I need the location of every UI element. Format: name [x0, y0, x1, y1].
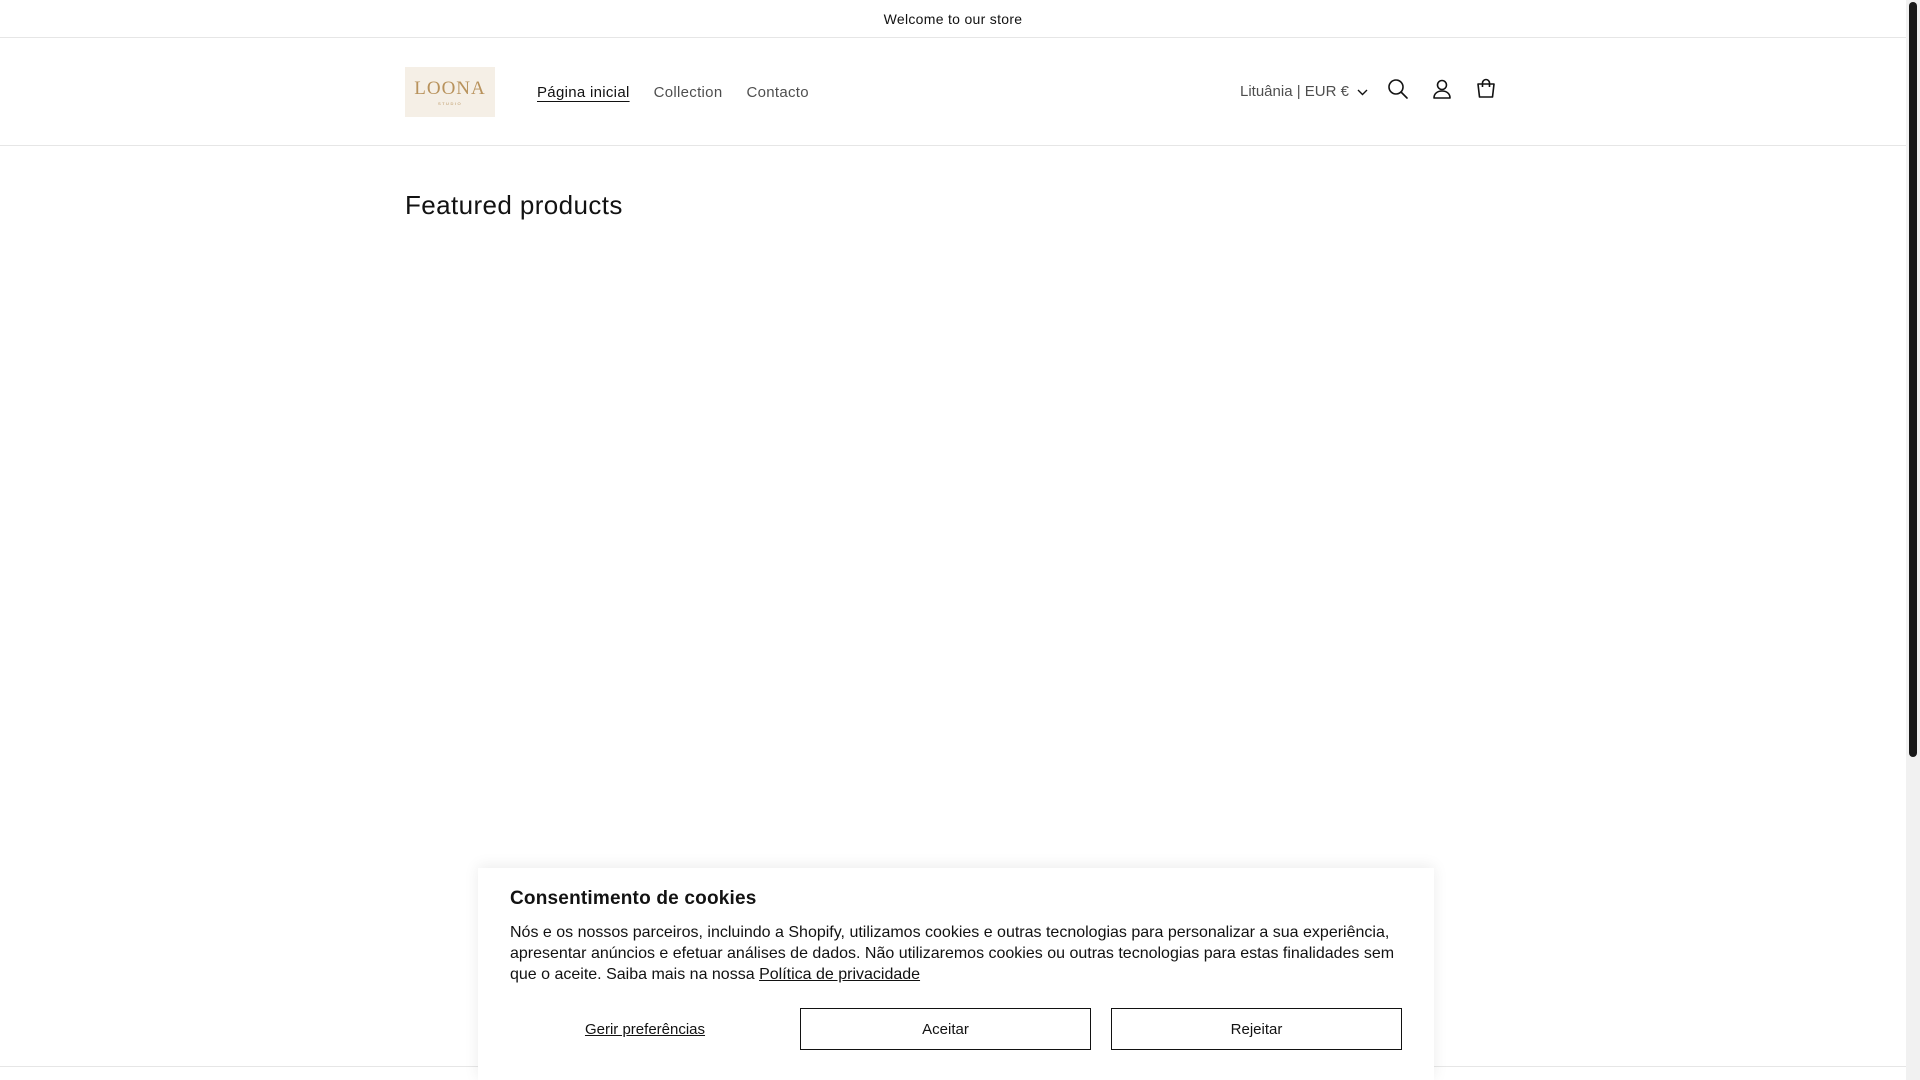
account-icon [1431, 78, 1453, 105]
cookie-body-text: Nós e os nossos parceiros, incluindo a S… [510, 924, 1395, 983]
privacy-policy-link[interactable]: Política de privacidade [759, 966, 920, 983]
storefront-page: Welcome to our store LOONA STUDIO Página… [0, 0, 1920, 1080]
scrollbar-thumb[interactable] [1909, 2, 1917, 757]
nav-link-home[interactable]: Página inicial [525, 84, 642, 101]
site-header: LOONA STUDIO Página inicial Collection C… [0, 39, 1906, 146]
nav-link-contact[interactable]: Contacto [734, 84, 820, 101]
search-button[interactable] [1378, 71, 1418, 111]
search-icon [1387, 78, 1409, 105]
cookie-actions: Gerir preferências Aceitar Rejeitar [510, 1008, 1402, 1050]
localization-label: Lituânia | EUR € [1240, 82, 1349, 100]
logo-subtitle: STUDIO [437, 101, 463, 106]
section-title: Featured products [405, 190, 623, 220]
chevron-down-icon [1357, 83, 1368, 100]
cookie-title: Consentimento de cookies [510, 888, 757, 909]
announcement-bar: Welcome to our store [0, 0, 1906, 38]
country-currency-selector[interactable]: Lituânia | EUR € [1240, 77, 1368, 105]
cookie-consent-banner: Consentimento de cookies Nós e os nossos… [478, 868, 1434, 1080]
cart-icon [1475, 78, 1497, 105]
reject-cookies-button[interactable]: Rejeitar [1111, 1008, 1402, 1050]
accept-cookies-button[interactable]: Aceitar [800, 1008, 1091, 1050]
cart-button[interactable] [1466, 71, 1506, 111]
nav-link-collection[interactable]: Collection [642, 84, 735, 101]
manage-preferences-button[interactable]: Gerir preferências [510, 1008, 780, 1050]
cookie-description: Nós e os nossos parceiros, incluindo a S… [510, 922, 1405, 985]
main-navigation: Página inicial Collection Contacto [525, 39, 821, 146]
account-button[interactable] [1422, 71, 1462, 111]
logo-wordmark: LOONA [414, 78, 486, 99]
announcement-text: Welcome to our store [883, 10, 1023, 27]
store-logo[interactable]: LOONA STUDIO [405, 67, 495, 117]
page-scrollbar[interactable] [1906, 0, 1920, 1080]
